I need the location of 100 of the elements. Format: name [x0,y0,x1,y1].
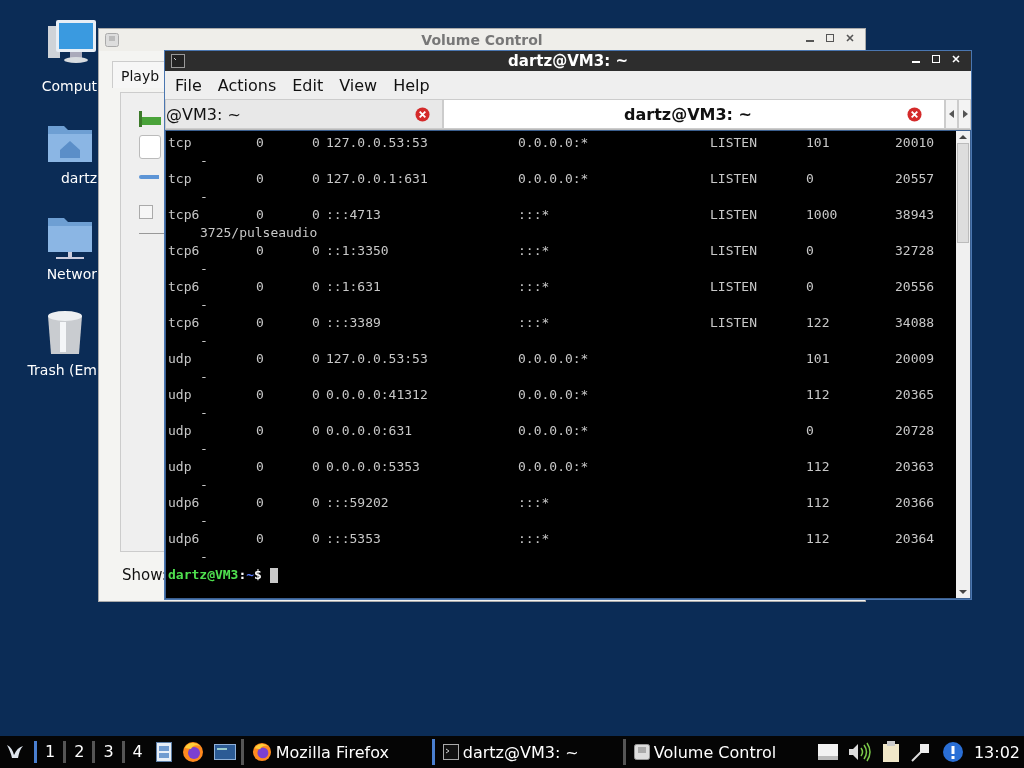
terminal-text: tcp6 [168,242,200,260]
terminal-text: :::3389 [326,314,381,332]
terminal-text: 1000 [806,206,838,224]
terminal-text: udp [168,350,192,368]
scroll-right-icon[interactable] [961,110,968,118]
workspace-button[interactable]: 3 [92,741,122,763]
network-plug-icon[interactable] [909,741,932,763]
terminal-text: 20557 [895,170,935,188]
drive-icon[interactable] [817,744,838,760]
terminal-text: 20556 [895,278,935,296]
terminal-text: 0.0.0.0:* [518,170,589,188]
terminal-text: 0 [312,494,320,512]
terminal-text: - [200,369,208,384]
terminal-text: udp6 [168,494,200,512]
terminal-text: :::4713 [326,206,381,224]
terminal-text: 0.0.0.0:5353 [326,458,420,476]
terminal-text: 0 [806,278,814,296]
terminal-text: 0 [312,170,320,188]
clipboard-icon[interactable] [881,741,900,763]
terminal-text: :::* [518,314,550,332]
terminal-text: 3725/pulseaudio [200,225,318,240]
close-tab-icon[interactable] [415,106,430,122]
window-icon [633,744,650,760]
checkbox[interactable] [139,205,153,219]
file-cabinet-icon[interactable] [155,742,172,762]
workspace-button[interactable]: 2 [63,741,93,763]
terminal-text: udp [168,458,192,476]
taskbar-button[interactable]: Volume Control [622,739,814,765]
desktop-icon-label[interactable]: Networ [46,266,98,282]
trash-icon[interactable] [46,310,84,356]
window-title: Volume Control [421,32,543,48]
terminal-tab[interactable]: dartz@VM3: ~ [443,99,945,129]
terminal-text: :::* [518,494,550,512]
terminal-text: - [200,297,208,312]
terminal-text: 0 [312,458,320,476]
terminal-text: tcp6 [168,314,200,332]
terminal-text: LISTEN [710,242,757,260]
browser-icon[interactable] [181,741,204,763]
terminal-text: - [200,261,208,276]
terminal-text: LISTEN [710,134,757,152]
terminal-text: 0 [312,242,320,260]
screen-icon[interactable] [213,744,236,760]
show-label: Show: [122,566,167,584]
desktop-icon-label[interactable]: dartz [60,170,98,186]
desktop-icon-label[interactable]: Trash (Em [27,362,98,378]
shell-prompt: dartz@VM3:~$ [168,566,262,584]
terminal-text: 0.0.0.0:* [518,350,589,368]
browser-icon [251,742,272,762]
speaker-icon[interactable] [847,742,872,762]
terminal-text: 0 [256,422,264,440]
info-icon[interactable] [941,741,964,763]
terminal-text: 34088 [895,314,935,332]
terminal-text: 38943 [895,206,935,224]
close-tab-icon[interactable] [907,106,922,122]
scroll-left-icon[interactable] [948,110,955,118]
terminal-text: 112 [806,386,830,404]
terminal-text: udp [168,386,192,404]
terminal-text: :::* [518,278,550,296]
desktop-icon-label[interactable]: Comput [41,78,98,94]
terminal-text: :::* [518,530,550,548]
menu-item[interactable]: Edit [292,75,324,95]
menu-item[interactable]: Actions [217,75,277,95]
workspace-button[interactable]: 4 [121,741,151,763]
terminal-text: ::1:3350 [326,242,389,260]
terminal-tab[interactable]: @VM3: ~ [165,99,443,129]
terminal-text: udp6 [168,530,200,548]
menu-item[interactable]: Help [393,75,430,95]
menu-item[interactable]: File [175,75,202,95]
terminal-text: 0 [256,494,264,512]
terminal-text: 20364 [895,530,935,548]
scrollbar[interactable] [956,131,970,598]
terminal-text: 122 [806,314,830,332]
scrollbar-thumb[interactable] [957,143,969,243]
scroll-up-icon[interactable] [958,133,968,141]
terminal-text: 0 [256,530,264,548]
window-title: dartz@VM3: ~ [508,52,628,70]
workspace-button[interactable]: 1 [34,741,64,763]
taskbar-button[interactable]: dartz@VM3: ~ [431,739,623,765]
scroll-down-icon[interactable] [958,588,968,596]
terminal-text: LISTEN [710,170,757,188]
terminal-text: LISTEN [710,278,757,296]
terminal-text: - [200,405,208,420]
terminal-icon[interactable] [171,54,185,68]
terminal-text: - [200,333,208,348]
input-field[interactable] [139,135,161,159]
terminal-text: 0 [256,278,264,296]
terminal-text: 101 [806,134,830,152]
taskbar-button[interactable]: Mozilla Firefox [240,739,432,765]
terminal-text: 112 [806,494,830,512]
clock[interactable]: 13:02 [973,742,1020,762]
terminal-text: 0 [256,350,264,368]
terminal-text: 0 [806,170,814,188]
menu-item[interactable]: View [339,75,378,95]
terminal-text: 101 [806,350,830,368]
terminal-text: 127.0.0.53:53 [326,350,428,368]
terminal-text: 0 [256,206,264,224]
playback-tab[interactable]: Playb [112,61,166,88]
terminal-text: 127.0.0.53:53 [326,134,428,152]
terminal-text: - [200,513,208,528]
sound-card-icon [139,111,161,127]
